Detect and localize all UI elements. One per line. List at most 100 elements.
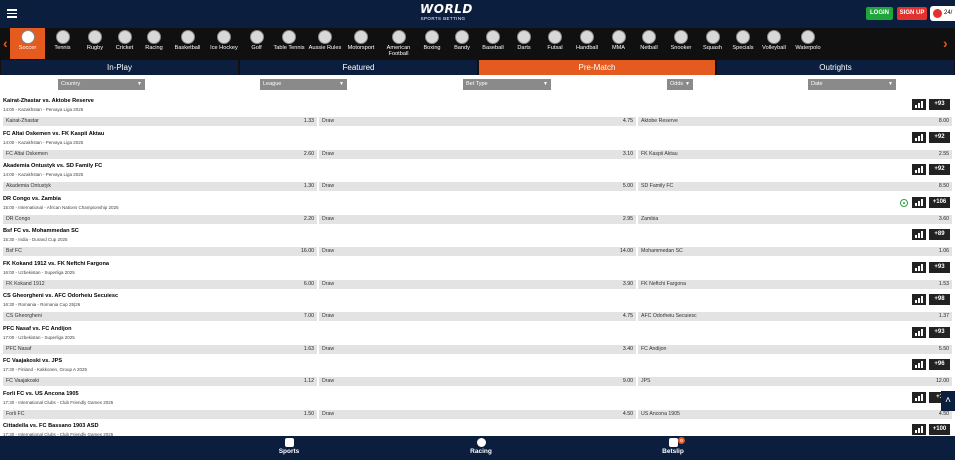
match-title[interactable]: Bsf FC vs. Mohammedan SC: [3, 228, 79, 234]
draw-odd-button[interactable]: Draw 3.90: [319, 279, 636, 289]
more-markets-button[interactable]: +100: [929, 424, 950, 435]
draw-odd-button[interactable]: Draw 4.75: [319, 312, 636, 321]
nav-betslip[interactable]: 0 Betslip: [643, 437, 703, 455]
league-select[interactable]: League ▼: [260, 79, 347, 90]
tab-in-play[interactable]: In-Play: [1, 60, 238, 75]
odds-select[interactable]: Odds ▼: [667, 79, 693, 90]
stats-button[interactable]: [912, 261, 926, 273]
match-title[interactable]: Kairat-Zhastar vs. Aktobe Reserve: [3, 98, 94, 104]
more-markets-button[interactable]: +92: [929, 131, 950, 143]
sport-item-motorsport[interactable]: Motorsport: [343, 28, 379, 59]
home-odd-button[interactable]: DR Congo 2.20: [3, 214, 317, 224]
draw-odd-button[interactable]: Draw 5.00: [319, 182, 636, 191]
logo[interactable]: WORLD SPORTS BETTING: [420, 3, 472, 25]
sport-item-basketball[interactable]: Basketball: [170, 28, 205, 59]
match-title[interactable]: Cittadella vs. FC Bassano 1903 ASD: [3, 423, 99, 429]
sport-item-rugby[interactable]: Rugby: [80, 28, 110, 59]
stats-button[interactable]: [912, 196, 926, 208]
home-odd-button[interactable]: FC Vaajakoski 1.12: [3, 377, 317, 386]
sport-item-aussie-rules[interactable]: Aussie Rules: [308, 28, 342, 59]
sport-item-volleyball[interactable]: Volleyball: [759, 28, 789, 59]
sport-item-tennis[interactable]: Tennis: [46, 28, 79, 59]
home-odd-button[interactable]: CS Gheorgheni 7.00: [3, 312, 317, 321]
stats-button[interactable]: [912, 359, 926, 370]
sport-item-specials[interactable]: Specials: [728, 28, 758, 59]
draw-odd-button[interactable]: Draw 9.00: [319, 377, 636, 386]
more-markets-button[interactable]: +89: [929, 229, 950, 240]
match-title[interactable]: PFC Nasaf vs. FC Andijon: [3, 326, 71, 332]
signup-button[interactable]: SIGN UP: [897, 7, 927, 20]
sport-item-snooker[interactable]: Snooker: [665, 28, 697, 59]
stats-button[interactable]: [912, 424, 926, 435]
draw-odd-button[interactable]: Draw 2.95: [319, 214, 636, 224]
stats-button[interactable]: [912, 294, 926, 305]
tab-featured[interactable]: Featured: [240, 60, 477, 75]
away-odd-button[interactable]: FC Andijon 5.50: [638, 344, 952, 354]
tab-pre-match[interactable]: Pre-Match: [479, 60, 715, 75]
more-markets-button[interactable]: +93: [929, 99, 950, 110]
nav-sports[interactable]: Sports: [259, 438, 319, 455]
sport-item-waterpolo[interactable]: Waterpolo: [790, 28, 826, 59]
sport-item-darts[interactable]: Darts: [509, 28, 539, 59]
home-odd-button[interactable]: Bsf FC 16.00: [3, 247, 317, 256]
sport-item-soccer[interactable]: Soccer: [10, 28, 45, 59]
stats-button[interactable]: [912, 391, 926, 403]
sport-item-futsal[interactable]: Futsal: [540, 28, 570, 59]
date-select[interactable]: Date ▼: [808, 79, 896, 90]
away-odd-button[interactable]: Mohammedan SC 1.06: [638, 247, 952, 256]
home-odd-button[interactable]: Akademia Ontustyk 1.30: [3, 182, 317, 191]
login-button[interactable]: LOGIN: [866, 7, 893, 20]
sport-item-cricket[interactable]: Cricket: [111, 28, 138, 59]
away-odd-button[interactable]: AFC Odorheiu Secuiesc 1.37: [638, 312, 952, 321]
more-markets-button[interactable]: +98: [929, 294, 950, 305]
away-odd-button[interactable]: JPS 12.00: [638, 377, 952, 386]
stats-button[interactable]: [912, 164, 926, 175]
bet-type-select[interactable]: Bet Type ▼: [463, 79, 551, 90]
support-button[interactable]: 24/: [930, 6, 955, 21]
tab-outrights[interactable]: Outrights: [717, 60, 954, 75]
sport-item-racing[interactable]: Racing: [139, 28, 169, 59]
stats-button[interactable]: [912, 99, 926, 110]
more-markets-button[interactable]: +93: [929, 326, 950, 338]
sport-item-table-tennis[interactable]: Table Tennis: [271, 28, 307, 59]
menu-icon[interactable]: [7, 9, 17, 18]
draw-odd-button[interactable]: Draw 3.40: [319, 344, 636, 354]
away-odd-button[interactable]: FK Kaspii Aktau 2.55: [638, 149, 952, 159]
stats-button[interactable]: [912, 131, 926, 143]
sport-item-ice-hockey[interactable]: Ice Hockey: [206, 28, 242, 59]
sport-item-squash[interactable]: Squash: [698, 28, 727, 59]
more-markets-button[interactable]: +93: [929, 261, 950, 273]
draw-odd-button[interactable]: Draw 4.75: [319, 117, 636, 126]
sport-item-bandy[interactable]: Bandy: [447, 28, 477, 59]
country-select[interactable]: Country ▼: [58, 79, 145, 90]
match-title[interactable]: FC Altai Oskemen vs. FK Kaspii Aktau: [3, 131, 104, 137]
match-title[interactable]: Forli FC vs. US Ancona 1905: [3, 391, 79, 397]
match-title[interactable]: FC Vaajakoski vs. JPS: [3, 358, 62, 364]
away-odd-button[interactable]: SD Family FC 8.50: [638, 182, 952, 191]
draw-odd-button[interactable]: Draw 14.00: [319, 247, 636, 256]
draw-odd-button[interactable]: Draw 3.10: [319, 149, 636, 159]
sport-item-handball[interactable]: Handball: [571, 28, 603, 59]
sport-item-mma[interactable]: MMA: [604, 28, 633, 59]
sport-item-netball[interactable]: Netball: [634, 28, 664, 59]
sport-item-baseball[interactable]: Baseball: [478, 28, 508, 59]
match-title[interactable]: FK Kokand 1912 vs. FK Neftchi Fargona: [3, 261, 109, 267]
scroll-right-icon[interactable]: ›: [943, 35, 948, 51]
stats-button[interactable]: [912, 326, 926, 338]
sport-item-american-football[interactable]: American Football: [380, 28, 417, 59]
draw-odd-button[interactable]: Draw 4.50: [319, 409, 636, 419]
scroll-left-icon[interactable]: ‹: [3, 35, 8, 51]
more-markets-button[interactable]: +96: [929, 359, 950, 370]
match-title[interactable]: Akademia Ontustyk vs. SD Family FC: [3, 163, 102, 169]
live-stream-icon[interactable]: [900, 198, 908, 207]
more-markets-button[interactable]: +106: [929, 196, 950, 208]
sport-item-golf[interactable]: Golf: [243, 28, 270, 59]
away-odd-button[interactable]: Zambia 3.60: [638, 214, 952, 224]
home-odd-button[interactable]: PFC Nasaf 1.63: [3, 344, 317, 354]
away-odd-button[interactable]: FK Neftchi Fargona 1.53: [638, 279, 952, 289]
home-odd-button[interactable]: Kairat-Zhastar 1.33: [3, 117, 317, 126]
away-odd-button[interactable]: Aktobe Reserve 8.00: [638, 117, 952, 126]
home-odd-button[interactable]: Forli FC 1.50: [3, 409, 317, 419]
match-title[interactable]: DR Congo vs. Zambia: [3, 196, 61, 202]
nav-racing[interactable]: Racing: [451, 438, 511, 455]
